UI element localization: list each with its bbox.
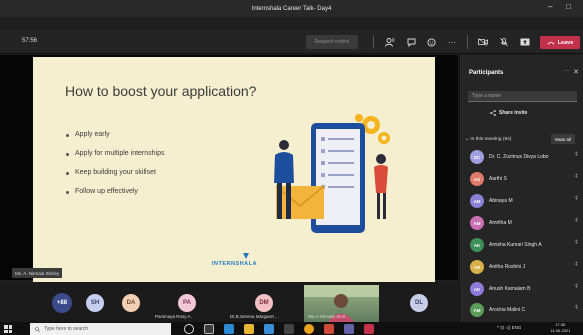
reactions-icon[interactable] — [424, 35, 438, 49]
participant-row[interactable]: AM Abinaya M ǂ — [460, 190, 583, 212]
windows-start-icon[interactable] — [4, 325, 12, 333]
slide-bullet-list: Apply early Apply for multiple internshi… — [66, 131, 165, 207]
mic-muted-icon: ǂ — [574, 218, 578, 224]
search-icon — [35, 326, 40, 332]
slide-bullet: Follow up effectively — [66, 188, 165, 207]
mute-all-button[interactable]: Mute all — [551, 134, 575, 144]
participant-avatar[interactable]: PA — [178, 294, 196, 312]
leave-button[interactable]: Leave — [540, 36, 580, 49]
chrome-icon[interactable] — [304, 324, 314, 334]
task-view-icon[interactable] — [204, 324, 214, 334]
meeting-timer: 57:56 — [22, 38, 38, 44]
participant-row[interactable]: AR Anitha Roshini J ǂ — [460, 256, 583, 278]
title-bar: Internshala Career Talk- Day4 – □ — [0, 0, 583, 17]
toolbar-divider — [373, 35, 374, 49]
presentation-slide: How to boost your application? Apply ear… — [33, 57, 435, 282]
participant-avatar: DC — [470, 150, 484, 164]
participant-avatar[interactable]: SH — [86, 294, 104, 312]
participant-tile-name: Panimaya Rosy A. — [155, 314, 192, 319]
chat-icon[interactable] — [404, 35, 418, 49]
participant-avatar: AS — [470, 172, 484, 186]
internshala-logo-mark — [243, 253, 249, 259]
participant-avatar[interactable]: DM — [255, 294, 273, 312]
mic-muted-icon: ǂ — [574, 240, 578, 246]
participant-row[interactable]: AM Arockia Malini C ǂ — [460, 299, 583, 321]
application-illustration — [274, 114, 390, 233]
participant-name: Anush Kamalam B — [489, 286, 531, 292]
camera-tile-name: Ms.A.Nirmala Shirl... — [308, 314, 350, 319]
participant-tile-name: Dr.B.Serena Margaret ... — [230, 314, 279, 319]
participant-name: Amisha Kumari Singh A — [489, 242, 542, 248]
toolbar-divider — [467, 35, 468, 49]
mic-muted-icon: ǂ — [574, 196, 578, 202]
share-screen-icon[interactable] — [518, 35, 532, 49]
participant-name: Abinaya M — [489, 198, 513, 204]
windows-taskbar: Type here to search ^ ⊡ ◁) ENG 17:36 14-… — [0, 322, 583, 335]
file-explorer-icon[interactable] — [244, 324, 254, 334]
participant-name: Dr. C. Zozimus Divya Lobo — [489, 154, 549, 160]
slide-bullet: Apply early — [66, 131, 165, 150]
edge-icon[interactable] — [224, 324, 234, 334]
slide-bullet: Apply for multiple internships — [66, 150, 165, 169]
participant-row[interactable]: AS Aarthi S ǂ — [460, 168, 583, 190]
participant-search-input[interactable]: Type a name — [468, 91, 577, 102]
app-icon[interactable] — [364, 324, 374, 334]
participant-name: Arockia Malini C — [489, 307, 526, 313]
participant-avatar[interactable]: DA — [122, 294, 140, 312]
participant-name: Amritha M — [489, 220, 512, 226]
panel-title: Participants — [469, 70, 504, 76]
taskbar-search-input[interactable]: Type here to search — [30, 323, 171, 335]
system-tray[interactable]: ^ ⊡ ◁) ENG — [497, 325, 521, 331]
share-invite-button[interactable]: Share invite — [490, 110, 527, 116]
maximize-button[interactable]: □ — [566, 2, 571, 11]
presenter-name-tag: Ms. A. Nirmala Shirley — [12, 268, 63, 278]
window-title: Internshala Career Talk- Day4 — [251, 5, 332, 12]
participant-avatar: AK — [470, 282, 484, 296]
participant-avatar[interactable]: DL — [410, 294, 428, 312]
share-icon — [490, 110, 496, 116]
mic-muted-icon: ǂ — [574, 305, 578, 311]
more-options-icon[interactable]: ··· — [563, 68, 569, 74]
internshala-brand: INTERNSHALA — [212, 261, 257, 267]
taskbar-clock[interactable]: 17:36 14-06-2021 — [550, 322, 570, 334]
meeting-toolbar: 57:56 Request control ··· Leave — [0, 30, 583, 54]
participant-row[interactable]: AK Anush Kamalam B ǂ — [460, 278, 583, 300]
shared-screen-stage: How to boost your application? Apply ear… — [0, 55, 458, 282]
participant-row[interactable]: AK Amisha Kumari Singh A ǂ — [460, 234, 583, 256]
mic-muted-icon: ǂ — [574, 284, 578, 290]
participant-name: Aarthi S — [489, 176, 507, 182]
cortana-icon[interactable] — [184, 324, 194, 334]
minimize-button[interactable]: – — [548, 2, 552, 11]
participant-avatar: AM — [470, 303, 484, 317]
participant-avatar: AM — [470, 216, 484, 230]
store-icon[interactable] — [264, 324, 274, 334]
mail-icon[interactable] — [284, 324, 294, 334]
close-icon[interactable]: ✕ — [573, 68, 579, 76]
teams-icon[interactable] — [344, 324, 354, 334]
mic-off-icon[interactable] — [497, 35, 511, 49]
camera-off-icon[interactable] — [476, 35, 490, 49]
participants-panel: Participants ··· ✕ Type a name Share inv… — [459, 55, 583, 322]
app-icon[interactable] — [324, 324, 334, 334]
participant-video-tile[interactable]: Ms.A.Nirmala Shirl... — [304, 285, 379, 322]
mic-muted-icon: ǂ — [574, 262, 578, 268]
participant-row[interactable]: AM Amritha M ǂ — [460, 212, 583, 234]
participant-name: Anitha Roshini J — [489, 264, 526, 270]
request-control-button[interactable]: Request control — [306, 35, 358, 49]
participant-row[interactable]: DC Dr. C. Zozimus Divya Lobo ǂ — [460, 146, 583, 168]
mic-muted-icon: ǂ — [574, 152, 578, 158]
participant-avatar: AK — [470, 238, 484, 252]
slide-title: How to boost your application? — [65, 83, 257, 99]
mic-muted-icon: ǂ — [574, 174, 578, 180]
overflow-count[interactable]: +88 — [52, 293, 72, 313]
participant-gallery: +88 SH DA PA Panimaya Rosy A. DM Dr.B.Se… — [0, 282, 458, 322]
participant-avatar: AR — [470, 260, 484, 274]
more-options-icon[interactable]: ··· — [445, 35, 459, 49]
participant-avatar: AM — [470, 194, 484, 208]
phone-hangup-icon — [547, 41, 555, 44]
in-meeting-section-header[interactable]: ⌄ In this meeting (94) — [465, 137, 511, 142]
participants-icon[interactable] — [383, 35, 397, 49]
slide-bullet: Keep building your skillset — [66, 169, 165, 188]
leave-label: Leave — [557, 39, 574, 46]
